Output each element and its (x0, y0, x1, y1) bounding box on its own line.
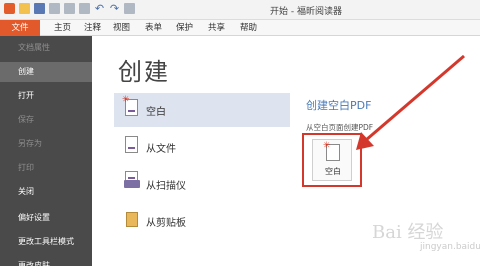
watermark-url: jingyan.baidu.com (420, 242, 480, 252)
watermark-logo: Bai 经验 (372, 222, 444, 243)
